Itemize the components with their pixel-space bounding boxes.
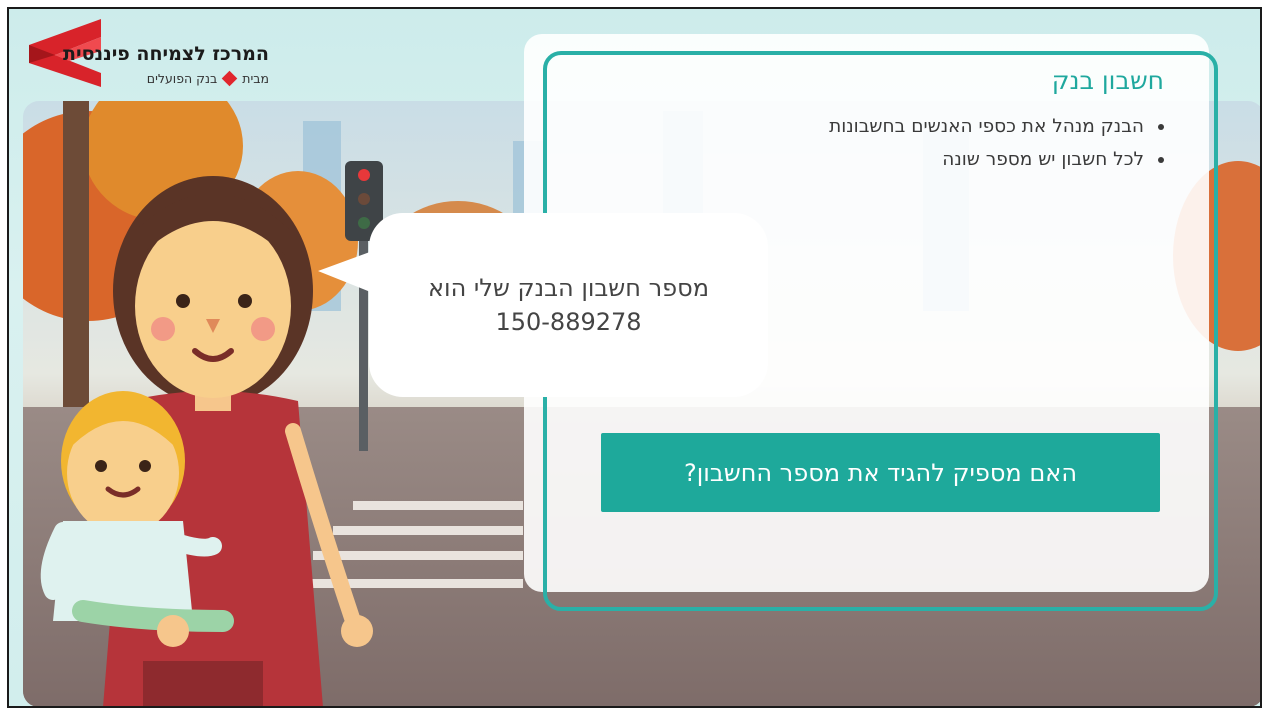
speech-bubble-line1: מספר חשבון הבנק שלי הוא [427, 274, 710, 302]
logo-subtitle-brand: בנק הפועלים [146, 71, 218, 86]
list-item: הבנק מנהל את כספי האנשים בחשבונות [829, 116, 1164, 137]
list-item: לכל חשבון יש מספר שונה [829, 149, 1164, 170]
logo-title: המרכז לצמיחה פיננסית [63, 43, 269, 65]
logo-subtitle: מבית בנק הפועלים [146, 70, 269, 87]
diamond-icon [221, 70, 238, 87]
panel-heading: חשבון בנק [1051, 66, 1164, 95]
woman-and-child-illustration [40, 176, 373, 706]
logo: המרכז לצמיחה פיננסית מבית בנק הפועלים [25, 15, 275, 93]
logo-subtitle-prefix: מבית [242, 71, 269, 86]
slide-frame: המרכז לצמיחה פיננסית מבית בנק הפועלים חש… [7, 7, 1262, 708]
panel-bullet-list: הבנק מנהל את כספי האנשים בחשבונות לכל חש… [829, 116, 1164, 182]
speech-bubble: מספר חשבון הבנק שלי הוא 150-889278 [369, 213, 768, 397]
bullet-icon [1158, 156, 1164, 163]
bullet-text: הבנק מנהל את כספי האנשים בחשבונות [829, 116, 1144, 137]
question-button[interactable]: האם מספיק להגיד את מספר החשבון? [601, 433, 1160, 512]
bullet-text: לכל חשבון יש מספר שונה [942, 149, 1144, 170]
bullet-icon [1158, 123, 1164, 130]
account-number: 150-889278 [495, 308, 642, 336]
